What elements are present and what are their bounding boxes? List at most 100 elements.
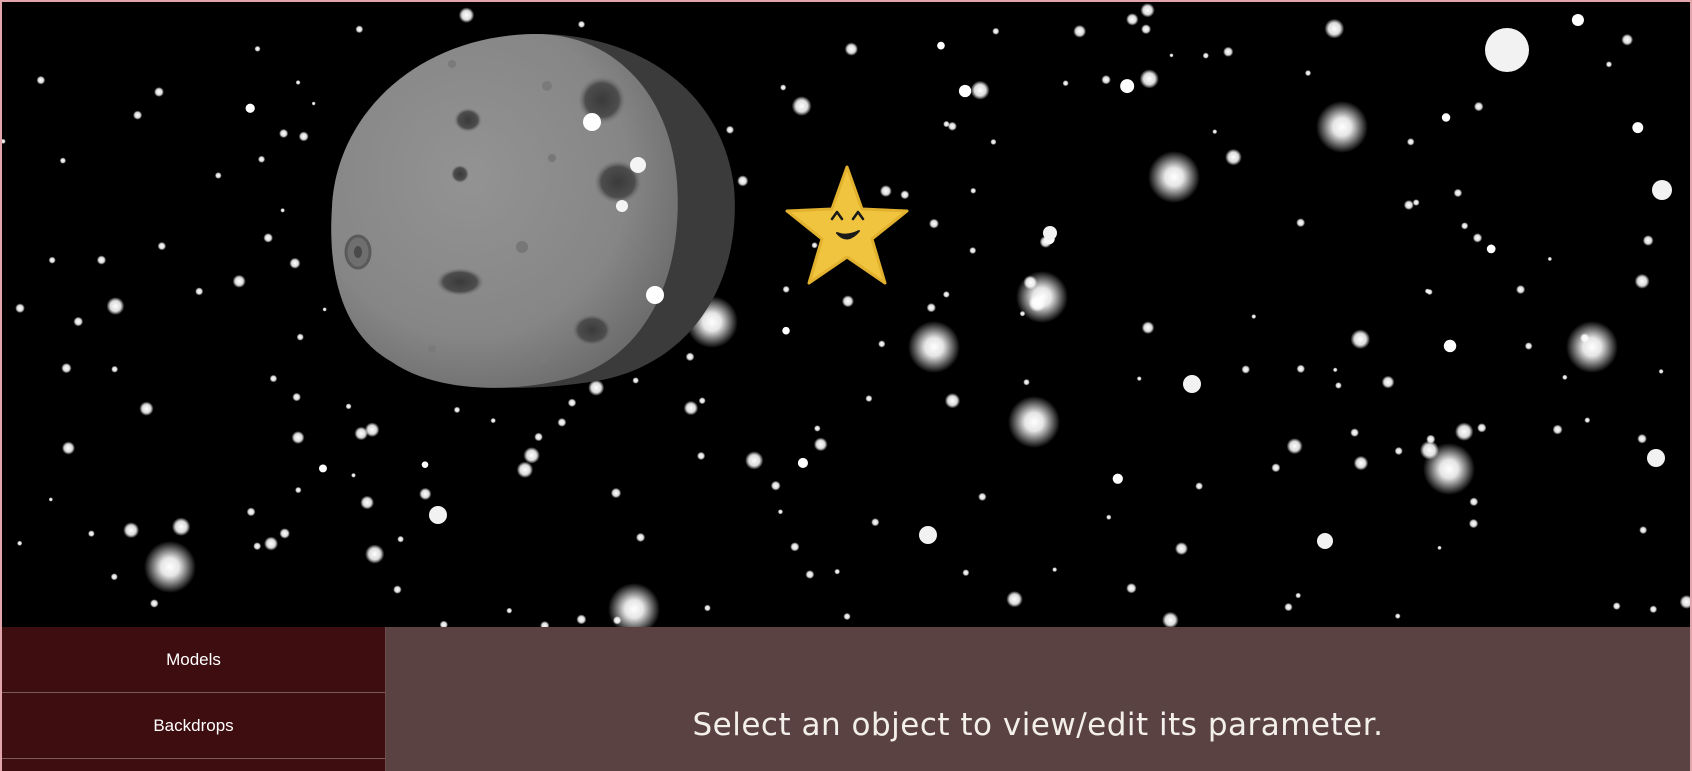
backdrop-star-dot [704, 604, 711, 612]
backdrop-star-dot [1139, 69, 1159, 89]
backdrop-star-dot [1394, 446, 1403, 456]
backdrop-star-dot [453, 406, 461, 414]
backdrop-star-dot [280, 208, 285, 213]
backdrop-star-dot [1350, 329, 1371, 349]
backdrop-star-dot [253, 542, 262, 551]
backdrop-star-dot [1296, 218, 1306, 228]
scene-viewport[interactable] [2, 2, 1690, 627]
backdrop-star-dot [929, 218, 939, 229]
backdrop-star-dot [291, 431, 305, 444]
backdrop-star-dot [1008, 396, 1060, 448]
backdrop-star-dot [557, 417, 567, 427]
backdrop-star-dot [1023, 378, 1030, 386]
backdrop-star-dot [61, 441, 76, 455]
backdrop-star-dot [295, 486, 302, 494]
backdrop-star-dot [139, 401, 154, 416]
backdrop-star-dot [865, 395, 873, 403]
backdrop-star-dot [322, 307, 327, 312]
backdrop-star-dot [1350, 428, 1359, 437]
backdrop-star-dot [1394, 613, 1401, 619]
backdrop-star-dot [588, 379, 605, 396]
backdrop-star-dot [195, 287, 204, 296]
backdrop-star-dot [1612, 602, 1621, 610]
backdrop-star-dot [879, 185, 892, 198]
backdrop-star-dot [782, 285, 790, 293]
backdrop-star-dot [289, 257, 301, 269]
backdrop-star-dot [1052, 567, 1058, 573]
backdrop-star-dot [969, 246, 977, 255]
sidebar-item-backdrops[interactable]: Backdrops [2, 693, 385, 759]
sidebar-item-more[interactable] [2, 759, 385, 771]
backdrop-star-dot [943, 120, 950, 128]
backdrop-star-dot [790, 542, 800, 552]
backdrop-star-dot [1441, 113, 1451, 122]
backdrop-star-dot [1461, 222, 1469, 230]
backdrop-star-dot [834, 568, 841, 575]
backdrop-star-dot [1584, 417, 1591, 424]
backdrop-star-dot [567, 398, 577, 408]
backdrop-star-dot [106, 297, 125, 315]
backdrop-star-dot [1473, 101, 1484, 112]
backdrop-star-dot [780, 84, 787, 91]
backdrop-star-dot [1658, 368, 1664, 374]
backdrop-star-dot [1332, 367, 1338, 373]
backdrop-star-dot [311, 101, 316, 106]
backdrop-star-dot [257, 155, 266, 163]
backdrop-star-dot [1140, 3, 1155, 18]
backdrop-star-dot [264, 536, 279, 551]
backdrop-star-dot [246, 507, 256, 517]
backdrop-star-dot [782, 326, 790, 335]
backdrop-star-dot [696, 451, 706, 461]
backdrop-star-dot [992, 27, 1000, 35]
backdrop-star-dot [1634, 273, 1650, 289]
backdrop-star-dot [745, 451, 764, 470]
backdrop-star-dot [1632, 122, 1644, 134]
backdrop-star-dot [1202, 52, 1209, 59]
backdrop-star-dot [843, 612, 851, 621]
backdrop-star-dot [1183, 375, 1201, 393]
backdrop-star-dot [1141, 321, 1155, 335]
backdrop-star-dot [421, 461, 429, 468]
backdrop-star-dot [214, 172, 222, 179]
backdrop-star-dot [149, 599, 159, 608]
backdrop-star-dot [797, 457, 808, 469]
backdrop-star-dot [1381, 375, 1395, 389]
backdrop-star-dot [635, 532, 646, 543]
backdrop-star-dot [232, 274, 246, 288]
moon-icon[interactable] [331, 33, 735, 388]
backdrop-star-dot [61, 362, 72, 374]
backdrop-star-dot [576, 614, 587, 625]
backdrop-star-dot [1486, 244, 1496, 254]
backdrop-star-dot [962, 569, 970, 577]
smiling-star-icon[interactable] [785, 165, 909, 285]
backdrop-star-dot [1652, 180, 1672, 200]
backdrop-star-dot [1174, 542, 1188, 556]
backdrop-star-dot [1468, 518, 1479, 529]
backdrop-star-dot [698, 397, 706, 405]
backdrop-star-dot [1101, 74, 1111, 85]
backdrop-star-dot [1284, 602, 1293, 612]
backdrop-star-dot [1006, 590, 1023, 608]
backdrop-star-dot [1516, 284, 1526, 295]
sidebar-item-models[interactable]: Models [2, 627, 385, 693]
backdrop-star-dot [365, 544, 385, 564]
backdrop-star-dot [1562, 374, 1568, 381]
backdrop-star-dot [1073, 24, 1087, 38]
backdrop-star-dot [937, 41, 945, 50]
backdrop-star-dot [355, 25, 364, 34]
backdrop-star-dot [419, 487, 432, 501]
backdrop-star-dot [144, 541, 196, 593]
backdrop-star-dot [814, 425, 821, 432]
app-window: Models Backdrops Select an object to vie… [0, 0, 1692, 771]
backdrop-star-dot [1148, 151, 1200, 203]
backdrop-star-dot [1649, 605, 1658, 614]
backdrop-star-dot [73, 316, 84, 327]
backdrop-star-dot [1406, 138, 1415, 146]
backdrop-star-dot [1621, 33, 1634, 46]
backdrop-star-dot [1112, 473, 1123, 484]
backdrop-star-dot [1223, 46, 1234, 57]
backdrop-star-dot [17, 540, 23, 546]
backdrop-star-dot [1324, 18, 1345, 39]
backdrop-star-dot [345, 403, 352, 410]
backdrop-star-dot [263, 233, 273, 243]
